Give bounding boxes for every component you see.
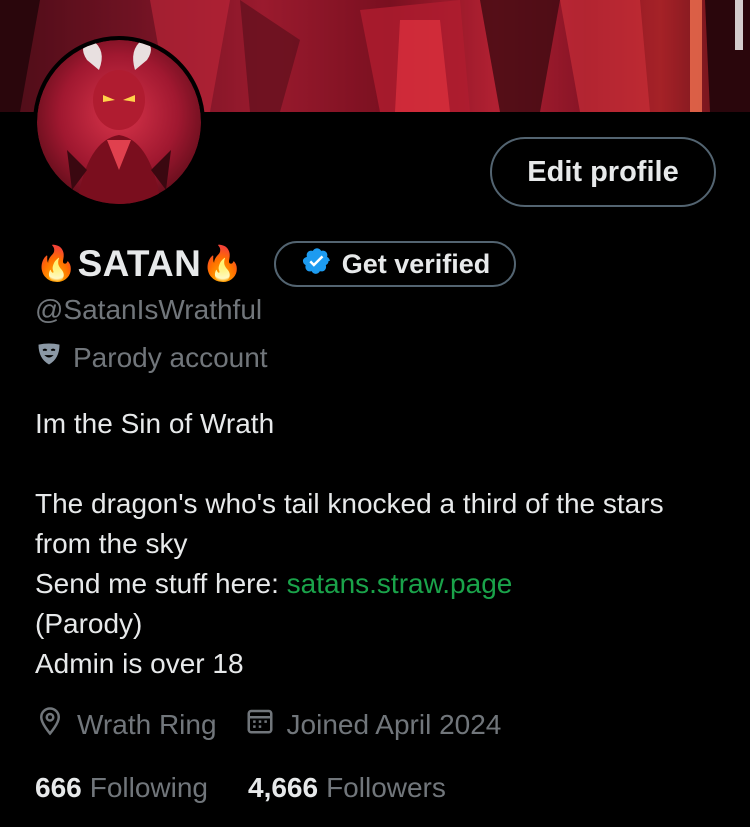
display-name: 🔥 SATAN 🔥 <box>35 243 244 285</box>
followers-link[interactable]: 4,666 Followers <box>248 772 446 804</box>
following-label: Following <box>89 772 208 803</box>
display-name-text: SATAN <box>77 243 202 284</box>
name-row: 🔥 SATAN 🔥 Get verified <box>35 238 517 290</box>
profile-bio: Im the Sin of Wrath The dragon's who's t… <box>35 404 715 684</box>
verified-badge-icon <box>302 246 332 283</box>
follow-stats: 666 Following 4,666 Followers <box>35 772 446 804</box>
following-link[interactable]: 666 Following <box>35 772 208 804</box>
calendar-icon <box>245 706 275 743</box>
fire-emoji-left: 🔥 <box>35 245 78 283</box>
followers-label: Followers <box>326 772 446 803</box>
profile-avatar[interactable] <box>33 36 205 208</box>
location-item: Wrath Ring <box>35 706 217 743</box>
fire-emoji-right: 🔥 <box>201 245 244 283</box>
theater-mask-icon <box>35 340 63 375</box>
bio-line: (Parody) <box>35 608 143 639</box>
edit-profile-button[interactable]: Edit profile <box>490 137 716 207</box>
profile-meta: Wrath Ring Joined April 2024 <box>35 706 501 743</box>
get-verified-button[interactable]: Get verified <box>273 241 517 287</box>
bio-line: Admin is over 18 <box>35 648 244 679</box>
bio-line-with-link: Send me stuff here: satans.straw.page <box>35 564 715 604</box>
bio-line: The dragon's who's tail knocked a third … <box>35 488 664 559</box>
followers-count: 4,666 <box>248 772 319 803</box>
location-text: Wrath Ring <box>77 708 217 740</box>
parody-label-row[interactable]: Parody account <box>35 340 268 375</box>
joined-text: Joined April 2024 <box>286 708 502 740</box>
bio-link[interactable]: satans.straw.page <box>287 568 513 599</box>
user-handle: @SatanIsWrathful <box>35 294 263 325</box>
bio-line: Im the Sin of Wrath <box>35 408 275 439</box>
bio-spacer <box>35 444 715 484</box>
parody-label-text: Parody account <box>73 341 268 373</box>
location-pin-icon <box>35 706 65 743</box>
joined-item: Joined April 2024 <box>245 706 502 743</box>
avatar-image <box>37 40 201 204</box>
get-verified-label: Get verified <box>341 248 491 279</box>
bio-link-prefix: Send me stuff here: <box>35 568 287 599</box>
following-count: 666 <box>35 772 82 803</box>
